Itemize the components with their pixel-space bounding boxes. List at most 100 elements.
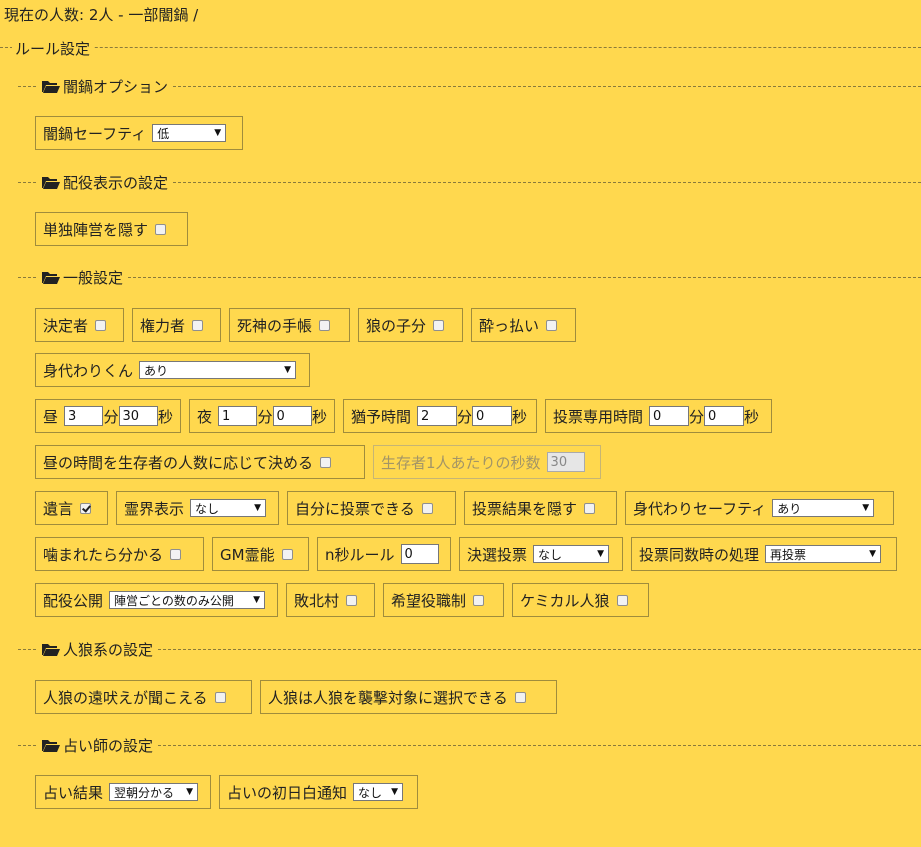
losing-village-checkbox[interactable] <box>346 594 358 606</box>
unit-label: 秒 <box>157 407 173 426</box>
field-label: 自分に投票できる <box>295 499 415 518</box>
section-general: 一般設定 <box>38 267 128 288</box>
night-minutes-input[interactable]: 1 <box>218 406 258 426</box>
n-sec-rule-input[interactable]: 0 <box>400 544 439 564</box>
unit-label: 分 <box>689 407 705 426</box>
hide-solo-checkbox[interactable] <box>155 223 167 235</box>
field-label: 闇鍋セーフティ <box>43 124 147 143</box>
authority-checkbox[interactable] <box>192 319 204 331</box>
folder-open-icon <box>42 81 60 93</box>
select-value: なし <box>358 785 383 800</box>
section-werewolf: 人狼系の設定 <box>38 639 158 660</box>
section-title: 人狼系の設定 <box>63 641 154 659</box>
field-label: 決選投票 <box>467 545 528 564</box>
will-checkbox[interactable] <box>80 502 92 514</box>
vote-minutes-input[interactable]: 0 <box>649 406 690 426</box>
unit-label: 秒 <box>311 407 327 426</box>
vote-seconds-input[interactable]: 0 <box>704 406 745 426</box>
dropdown-arrow-icon: ▼ <box>597 549 605 559</box>
tie-vote-field: 投票同数時の処理 再投票 ▼ <box>631 537 897 571</box>
scapegoat-safety-select[interactable]: あり ▼ <box>772 499 875 517</box>
vote-time-field: 投票専用時間 0 分 0 秒 <box>545 399 772 433</box>
field-label: 占いの初日白通知 <box>227 783 348 802</box>
field-label: 身代わりくん <box>43 361 134 380</box>
field-label: 噛まれたら分かる <box>43 545 164 564</box>
field-label: 人狼は人狼を襲撃対象に選択できる <box>268 688 508 707</box>
bitten-know-field: 噛まれたら分かる <box>35 537 204 571</box>
chemical-checkbox[interactable] <box>616 594 628 606</box>
select-value: なし <box>195 501 220 516</box>
hope-role-checkbox[interactable] <box>473 594 485 606</box>
per-survivor-input[interactable]: 30 <box>546 452 585 472</box>
seer-result-select[interactable]: 翌朝分かる ▼ <box>109 783 199 801</box>
status-line: 現在の人数: 2人 - 一部闇鍋 / <box>4 6 199 24</box>
day-seconds-input[interactable]: 30 <box>118 406 158 426</box>
role-public-select[interactable]: 陣営ごとの数のみ公開 ▼ <box>109 591 266 609</box>
grace-seconds-input[interactable]: 0 <box>472 406 513 426</box>
day-time-field: 昼 3 分 30 秒 <box>35 399 181 433</box>
field-label: 昼 <box>43 407 59 426</box>
folder-open-icon <box>42 272 60 284</box>
field-label: 霊界表示 <box>124 499 185 518</box>
wolf-target-wolf-checkbox[interactable] <box>514 691 526 703</box>
night-seconds-input[interactable]: 0 <box>272 406 312 426</box>
unit-label: 分 <box>457 407 473 426</box>
gm-medium-checkbox[interactable] <box>281 548 293 560</box>
decisive-vote-select[interactable]: なし ▼ <box>533 545 610 563</box>
section-yaminabe: 闇鍋オプション <box>38 76 173 97</box>
field-label: n秒ルール <box>325 545 395 564</box>
hide-vote-checkbox[interactable] <box>584 502 596 514</box>
select-value: 陣営ごとの数のみ公開 <box>114 593 234 608</box>
scapegoat-field: 身代わりくん あり ▼ <box>35 353 310 387</box>
field-label: 猶予時間 <box>351 407 412 426</box>
dynamic-day-checkbox[interactable] <box>320 456 332 468</box>
drunk-field: 酔っ払い <box>471 308 576 342</box>
decider-checkbox[interactable] <box>95 319 107 331</box>
drunk-checkbox[interactable] <box>546 319 558 331</box>
select-value: 低 <box>157 126 170 141</box>
folder-open-icon <box>42 177 60 189</box>
role-public-field: 配役公開 陣営ごとの数のみ公開 ▼ <box>35 583 278 617</box>
section-role-display: 配役表示の設定 <box>38 172 173 193</box>
hide-vote-field: 投票結果を隠す <box>464 491 617 525</box>
field-label: 狼の子分 <box>366 316 427 335</box>
yaminabe-safety-select[interactable]: 低 ▼ <box>152 124 227 142</box>
grace-minutes-input[interactable]: 2 <box>417 406 458 426</box>
howl-field: 人狼の遠吠えが聞こえる <box>35 680 252 714</box>
section-title: 配役表示の設定 <box>63 174 169 192</box>
self-vote-checkbox[interactable] <box>421 502 433 514</box>
wolf-cub-field: 狼の子分 <box>358 308 463 342</box>
death-note-checkbox[interactable] <box>319 319 331 331</box>
first-white-field: 占いの初日白通知 なし ▼ <box>219 775 418 809</box>
wolf-cub-checkbox[interactable] <box>433 319 445 331</box>
dropdown-arrow-icon: ▼ <box>869 549 877 559</box>
wolf-target-wolf-field: 人狼は人狼を襲撃対象に選択できる <box>260 680 557 714</box>
section-seer: 占い師の設定 <box>38 735 158 756</box>
howl-checkbox[interactable] <box>214 691 226 703</box>
yaminabe-safety-field: 闇鍋セーフティ 低 ▼ <box>35 116 243 150</box>
dropdown-arrow-icon: ▼ <box>253 595 261 605</box>
section-title: 一般設定 <box>63 269 124 287</box>
tie-vote-select[interactable]: 再投票 ▼ <box>765 545 882 563</box>
field-label: 死神の手帳 <box>237 316 313 335</box>
unit-label: 秒 <box>512 407 528 426</box>
gm-medium-field: GM霊能 <box>212 537 309 571</box>
folder-open-icon <box>42 644 60 656</box>
dropdown-arrow-icon: ▼ <box>391 787 399 797</box>
dropdown-arrow-icon: ▼ <box>186 787 194 797</box>
section-title: 闇鍋オプション <box>63 78 169 96</box>
n-sec-rule-field: n秒ルール 0 <box>317 537 451 571</box>
field-label: 投票同数時の処理 <box>639 545 760 564</box>
field-label: 決定者 <box>43 316 89 335</box>
chemical-field: ケミカル人狼 <box>512 583 649 617</box>
first-white-select[interactable]: なし ▼ <box>353 783 404 801</box>
field-label: 夜 <box>197 407 213 426</box>
spirit-display-select[interactable]: なし ▼ <box>190 499 267 517</box>
day-minutes-input[interactable]: 3 <box>64 406 104 426</box>
dynamic-day-field: 昼の時間を生存者の人数に応じて決める <box>35 445 365 479</box>
select-value: 再投票 <box>770 547 807 562</box>
field-label: 希望役職制 <box>391 591 467 610</box>
bitten-know-checkbox[interactable] <box>170 548 182 560</box>
field-label: 投票専用時間 <box>553 407 644 426</box>
scapegoat-select[interactable]: あり ▼ <box>139 361 297 379</box>
